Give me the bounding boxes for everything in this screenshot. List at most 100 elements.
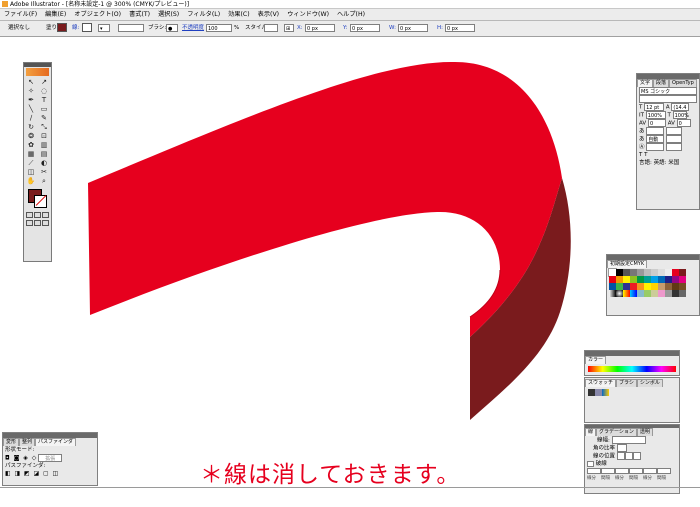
trim-icon[interactable]: ◨ — [15, 470, 21, 477]
auto-field[interactable]: 自動 — [646, 135, 665, 143]
eyedropper-tool-icon[interactable]: ⟋ — [26, 159, 36, 167]
blend-tool-icon[interactable]: ◐ — [39, 159, 49, 167]
tab-brushes[interactable]: ブラシ — [616, 379, 637, 387]
swatch-red[interactable] — [672, 269, 679, 276]
tab-default-cmyk[interactable]: 初期設定CMYK — [607, 260, 648, 268]
swatch-s2[interactable] — [616, 283, 623, 290]
swatch-r11[interactable] — [679, 276, 686, 283]
tracking-field[interactable]: 0 — [676, 119, 691, 127]
align-outside-button[interactable] — [632, 452, 641, 460]
swatch-r6[interactable] — [644, 276, 651, 283]
swatch-s1[interactable] — [609, 283, 616, 290]
symbol-sprayer-tool-icon[interactable]: ✿ — [26, 141, 36, 149]
swatch-gray-10[interactable] — [658, 269, 665, 276]
expand-button[interactable]: 拡張 — [38, 454, 63, 462]
free-transform-tool-icon[interactable]: ⊡ — [39, 132, 49, 140]
tab-transparency[interactable]: 透明 — [636, 428, 653, 436]
baseline-shift-field[interactable] — [646, 143, 665, 151]
swatch-gradient-2[interactable] — [616, 290, 623, 297]
vertical-scale-field[interactable]: 100% — [645, 111, 666, 119]
crop-icon[interactable]: ◪ — [34, 470, 40, 477]
miter-input[interactable] — [616, 444, 627, 452]
paintbrush-tool-icon[interactable]: ∕ — [26, 114, 36, 122]
fill-stroke-widget[interactable] — [26, 188, 49, 210]
dash-2-input[interactable] — [615, 468, 629, 474]
exclude-icon[interactable]: ◇ — [32, 455, 37, 462]
swatch-dark-red[interactable] — [679, 269, 686, 276]
pencil-tool-icon[interactable]: ✎ — [39, 114, 49, 122]
horizontal-scale-field[interactable]: 100% — [672, 111, 689, 119]
tab-stroke[interactable]: 線 — [585, 428, 597, 436]
line-tool-icon[interactable]: ╲ — [26, 105, 36, 113]
type-tool-icon[interactable]: T — [39, 96, 49, 104]
gradient-mode-icon[interactable] — [34, 212, 41, 218]
align-inside-button[interactable] — [624, 452, 633, 460]
dash-1-input[interactable] — [587, 468, 601, 474]
tools-panel-header[interactable] — [24, 63, 51, 67]
swatch-gradient-3[interactable] — [623, 290, 630, 297]
minus-front-icon[interactable]: ◙ — [14, 455, 20, 462]
swatch-gradient-4[interactable] — [630, 290, 637, 297]
tsume-field[interactable] — [646, 127, 665, 135]
scissors-tool-icon[interactable]: ✂ — [39, 168, 49, 176]
tab-character[interactable]: 文字 — [637, 79, 654, 87]
swatch-s11[interactable] — [679, 283, 686, 290]
font-size-field[interactable]: 12 pt — [644, 103, 665, 111]
ribbon-front-face[interactable] — [88, 61, 562, 337]
swatch-gradient-1[interactable] — [609, 290, 616, 297]
swatch-item-2[interactable] — [595, 389, 602, 396]
aki-right-field[interactable] — [666, 135, 683, 143]
pen-tool-icon[interactable]: ✒ — [26, 96, 36, 104]
aki-field[interactable] — [666, 127, 683, 135]
tab-paragraph[interactable]: 段落 — [653, 79, 670, 87]
swatch-pattern-3[interactable] — [651, 290, 658, 297]
unite-icon[interactable]: ◘ — [5, 455, 10, 462]
leading-field[interactable]: (14.4 — [671, 103, 690, 111]
hand-tool-icon[interactable]: ✋ — [26, 177, 36, 185]
intersect-icon[interactable]: ◈ — [23, 455, 28, 462]
swatch-gray-80[interactable] — [623, 269, 630, 276]
stroke-weight-input[interactable] — [611, 436, 646, 444]
graph-tool-icon[interactable]: ▥ — [39, 141, 49, 149]
swatch-s9[interactable] — [665, 283, 672, 290]
swatch-r5[interactable] — [637, 276, 644, 283]
dashed-checkbox[interactable] — [587, 460, 594, 467]
tab-opentype[interactable]: OpenTyp — [669, 79, 697, 87]
swatch-r2[interactable] — [616, 276, 623, 283]
tab-color[interactable]: カラー — [585, 356, 607, 364]
language-label[interactable]: 言語: 英語: 米国 — [639, 160, 679, 166]
swatch-r9[interactable] — [665, 276, 672, 283]
tab-swatches[interactable]: スウォッチ — [585, 379, 617, 387]
swatch-pattern-7[interactable] — [679, 290, 686, 297]
screen-mode-normal-icon[interactable] — [26, 220, 33, 226]
minus-back-icon[interactable]: ◫ — [53, 470, 59, 477]
swatch-s3[interactable] — [623, 283, 630, 290]
swatch-s7[interactable] — [651, 283, 658, 290]
swatch-s4[interactable] — [630, 283, 637, 290]
gap-1-input[interactable] — [601, 468, 615, 474]
swatch-gray-30[interactable] — [644, 269, 651, 276]
tcy-icon[interactable]: T — [639, 152, 642, 158]
lasso-tool-icon[interactable]: ◌ — [39, 87, 49, 95]
swatch-item-3[interactable] — [602, 389, 609, 396]
rectangle-tool-icon[interactable]: ▭ — [39, 105, 49, 113]
merge-icon[interactable]: ◩ — [24, 470, 30, 477]
color-mode-icon[interactable] — [26, 212, 33, 218]
swatch-item-1[interactable] — [588, 389, 595, 396]
rotate-tool-icon[interactable]: ↻ — [26, 123, 36, 131]
scale-tool-icon[interactable]: ⤡ — [39, 123, 49, 131]
none-mode-icon[interactable] — [42, 212, 49, 218]
swatch-s10[interactable] — [672, 283, 679, 290]
swatch-gray-20[interactable] — [651, 269, 658, 276]
swatch-pattern-1[interactable] — [637, 290, 644, 297]
swatch-r1[interactable] — [609, 276, 616, 283]
tab-pathfinder[interactable]: パスファインダ — [35, 438, 77, 446]
swatch-gray-5[interactable] — [665, 269, 672, 276]
tab-gradient[interactable]: グラデーション — [596, 428, 637, 436]
swatch-r4[interactable] — [630, 276, 637, 283]
stroke-color-box[interactable] — [34, 195, 47, 208]
gap-3-input[interactable] — [657, 468, 671, 474]
swatch-black[interactable] — [616, 269, 623, 276]
swatch-gray-40[interactable] — [637, 269, 644, 276]
slice-tool-icon[interactable]: ◫ — [26, 168, 36, 176]
